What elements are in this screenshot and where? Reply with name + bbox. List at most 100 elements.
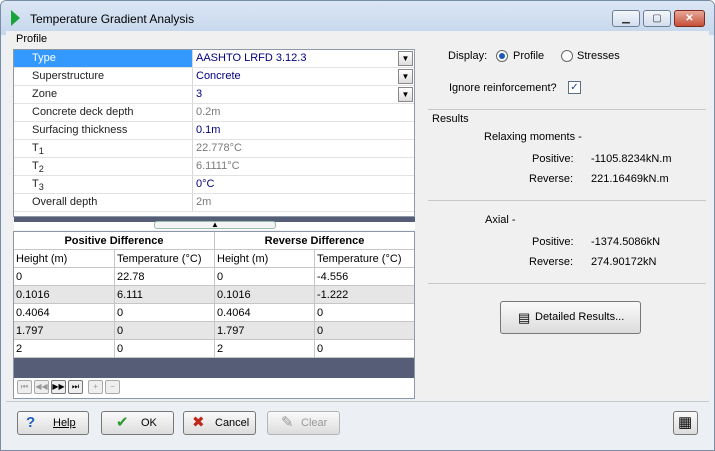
rm-positive-value: -1105.8234kN.m bbox=[591, 153, 672, 165]
table-cell[interactable]: 0 bbox=[115, 340, 215, 358]
property-row-t1[interactable]: T1 22.778°C bbox=[14, 140, 414, 158]
t-subscript: 3 bbox=[38, 182, 44, 193]
zone-dropdown-arrow-icon[interactable]: ▼ bbox=[398, 87, 413, 102]
rm-reverse-value: 221.16469kN.m bbox=[591, 173, 669, 185]
ok-button[interactable]: ✔ OK bbox=[101, 411, 174, 435]
table-cell[interactable]: 0 bbox=[315, 322, 414, 340]
add-row-icon[interactable]: + bbox=[88, 380, 103, 394]
reverse-difference-header: Reverse Difference bbox=[215, 232, 414, 250]
display-stresses-label[interactable]: Stresses bbox=[577, 50, 620, 62]
window-title: Temperature Gradient Analysis bbox=[30, 12, 195, 26]
rm-reverse-label: Reverse: bbox=[529, 173, 574, 185]
property-row-deck-depth[interactable]: Concrete deck depth 0.2m bbox=[14, 104, 414, 122]
close-button[interactable]: ✕ bbox=[674, 10, 705, 27]
column-header[interactable]: Height (m) bbox=[215, 250, 315, 268]
column-header[interactable]: Temperature (°C) bbox=[115, 250, 215, 268]
ignore-reinforcement-checkbox[interactable]: ✓ bbox=[568, 81, 581, 94]
t-label: T bbox=[32, 160, 39, 172]
table-cell[interactable]: -4.556 bbox=[315, 268, 414, 286]
property-value-surfacing[interactable]: 0.1m bbox=[194, 122, 414, 139]
property-value-zone[interactable]: 3 bbox=[194, 86, 414, 103]
ax-positive-value: -1374.5086kN bbox=[591, 236, 661, 248]
table-cell[interactable]: 2 bbox=[215, 340, 315, 358]
display-profile-radio[interactable] bbox=[496, 50, 508, 62]
property-name: Concrete deck depth bbox=[14, 104, 193, 121]
cancel-x-icon: ✖ bbox=[192, 414, 205, 431]
calculator-button[interactable]: ▦ bbox=[673, 411, 698, 435]
property-value-type[interactable]: AASHTO LRFD 3.12.3 bbox=[194, 50, 414, 67]
table-cell[interactable]: 0 bbox=[215, 268, 315, 286]
property-name: Zone bbox=[14, 86, 193, 103]
property-value-t3[interactable]: 0°C bbox=[194, 176, 414, 193]
maximize-button[interactable]: ▢ bbox=[643, 10, 671, 27]
prev-page-icon[interactable]: ◀◀ bbox=[34, 380, 49, 394]
splitter[interactable]: ▲ bbox=[14, 217, 415, 230]
grid-footer-bar bbox=[14, 358, 414, 378]
detailed-results-label: Detailed Results... bbox=[535, 311, 625, 323]
last-record-icon[interactable]: ⏭ bbox=[68, 380, 83, 394]
table-cell[interactable]: 0 bbox=[315, 304, 414, 322]
positive-difference-header: Positive Difference bbox=[14, 232, 215, 250]
profile-property-grid: Type AASHTO LRFD 3.12.3 ▼ Superstructure… bbox=[13, 49, 415, 217]
clear-label: Clear bbox=[301, 417, 328, 429]
cancel-label: Cancel bbox=[215, 417, 250, 429]
table-cell[interactable]: 0 bbox=[115, 322, 215, 340]
property-row-overall-depth[interactable]: Overall depth 2m bbox=[14, 194, 414, 212]
help-label: Help bbox=[53, 417, 76, 429]
first-record-icon[interactable]: ⏮ bbox=[17, 380, 32, 394]
relaxing-moments-label: Relaxing moments - bbox=[484, 131, 582, 143]
splitter-handle-icon[interactable]: ▲ bbox=[154, 221, 276, 229]
ok-label: OK bbox=[141, 417, 157, 429]
property-row-type[interactable]: Type AASHTO LRFD 3.12.3 ▼ bbox=[14, 50, 414, 68]
display-profile-label[interactable]: Profile bbox=[513, 50, 544, 62]
property-name: Overall depth bbox=[14, 194, 193, 211]
column-header[interactable]: Height (m) bbox=[14, 250, 115, 268]
table-cell[interactable]: 0 bbox=[115, 304, 215, 322]
minimize-button[interactable]: ▁ bbox=[612, 10, 640, 27]
table-cell[interactable]: 0.1016 bbox=[215, 286, 315, 304]
clear-button[interactable]: ✎ Clear bbox=[267, 411, 340, 435]
remove-row-icon[interactable]: − bbox=[105, 380, 120, 394]
cancel-button[interactable]: ✖ Cancel bbox=[183, 411, 256, 435]
property-row-zone[interactable]: Zone 3 ▼ bbox=[14, 86, 414, 104]
calculator-icon: ▦ bbox=[678, 414, 693, 431]
display-label: Display: bbox=[448, 50, 488, 62]
property-row-superstructure[interactable]: Superstructure Concrete ▼ bbox=[14, 68, 414, 86]
property-value-t1: 22.778°C bbox=[196, 142, 242, 154]
t-subscript: 2 bbox=[38, 164, 44, 175]
property-name: T3 bbox=[14, 176, 193, 193]
temperature-grid: Positive Difference Reverse Difference H… bbox=[13, 231, 415, 399]
display-stresses-radio[interactable] bbox=[561, 50, 573, 62]
column-header[interactable]: Temperature (°C) bbox=[315, 250, 414, 268]
table-cell[interactable]: 0 bbox=[14, 268, 115, 286]
help-icon: ? bbox=[26, 414, 36, 431]
table-cell[interactable]: 1.797 bbox=[14, 322, 115, 340]
property-name: Superstructure bbox=[14, 68, 193, 85]
table-cell[interactable]: 0.4064 bbox=[215, 304, 315, 322]
next-page-icon[interactable]: ▶▶ bbox=[51, 380, 66, 394]
table-cell[interactable]: 0.4064 bbox=[14, 304, 115, 322]
ax-reverse-value: 274.90172kN bbox=[591, 256, 657, 268]
type-dropdown-arrow-icon[interactable]: ▼ bbox=[398, 51, 413, 66]
property-row-surfacing[interactable]: Surfacing thickness 0.1m bbox=[14, 122, 414, 140]
results-group-label: Results bbox=[432, 113, 469, 125]
ax-reverse-label: Reverse: bbox=[529, 256, 574, 268]
document-icon: ▤ bbox=[518, 310, 531, 325]
divider bbox=[428, 200, 706, 201]
table-cell[interactable]: 6.111 bbox=[115, 286, 215, 304]
help-button[interactable]: ? Help bbox=[17, 411, 89, 435]
table-cell[interactable]: 0.1016 bbox=[14, 286, 115, 304]
table-cell[interactable]: 1.797 bbox=[215, 322, 315, 340]
table-cell[interactable]: -1.222 bbox=[315, 286, 414, 304]
title-bar: Temperature Gradient Analysis ▁ ▢ ✕ bbox=[1, 1, 714, 35]
detailed-results-button[interactable]: ▤ Detailed Results... bbox=[500, 301, 641, 334]
property-row-t2[interactable]: T2 6.1111°C bbox=[14, 158, 414, 176]
property-value-superstructure[interactable]: Concrete bbox=[194, 68, 414, 85]
property-row-t3[interactable]: T3 0°C bbox=[14, 176, 414, 194]
superstructure-dropdown-arrow-icon[interactable]: ▼ bbox=[398, 69, 413, 84]
ignore-reinforcement-label: Ignore reinforcement? bbox=[449, 82, 557, 94]
table-cell[interactable]: 0 bbox=[315, 340, 414, 358]
table-cell[interactable]: 2 bbox=[14, 340, 115, 358]
table-cell[interactable]: 22.78 bbox=[115, 268, 215, 286]
clear-eraser-icon: ✎ bbox=[281, 414, 294, 431]
